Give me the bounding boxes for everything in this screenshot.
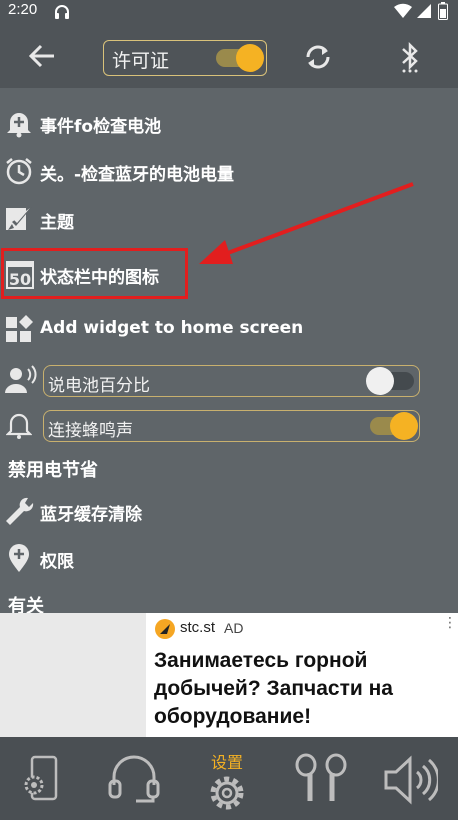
ad-image[interactable] — [0, 613, 146, 737]
license-toggle-box[interactable]: 许可证 — [103, 40, 267, 76]
nav-sound[interactable] — [364, 737, 458, 820]
speak-percent-row[interactable]: 说电池百分比 — [43, 365, 420, 397]
connect-beep-switch[interactable] — [370, 412, 420, 440]
connect-beep-label: 连接蜂鸣声 — [48, 421, 133, 441]
headset-icon — [108, 755, 160, 803]
disable-power-saving-heading[interactable]: 禁用电节省 — [8, 456, 98, 482]
alarm-clock-icon — [6, 158, 32, 185]
nav-device-settings[interactable] — [0, 737, 90, 820]
speak-percent-switch[interactable] — [366, 367, 416, 395]
connect-beep-thumb — [390, 412, 418, 440]
license-label: 许可证 — [112, 50, 170, 72]
highlight-box — [1, 248, 188, 299]
wrench-icon — [6, 497, 34, 525]
menu-item-label: 主题 — [40, 213, 74, 233]
earbuds-icon — [295, 753, 347, 801]
phone-gear-icon — [24, 755, 58, 801]
menu-item-permissions[interactable]: 权限 — [0, 535, 458, 581]
headphones-status-icon — [55, 5, 69, 19]
bell-icon — [6, 413, 32, 439]
menu-item-add-widget[interactable]: Add widget to home screen — [0, 306, 458, 352]
menu-item-label: 蓝牙缓存清除 — [40, 505, 142, 525]
menu-item-bluetooth-cache[interactable]: 蓝牙缓存清除 — [0, 488, 458, 534]
menu-item-event-check[interactable]: 事件fo检查电池 — [0, 100, 458, 146]
menu-item-label: Add widget to home screen — [40, 318, 304, 338]
back-arrow-icon[interactable] — [28, 42, 56, 70]
ad-headline[interactable]: Занимаетесь горной добычей? Запчасти на … — [154, 647, 454, 731]
pointer-arrow — [199, 182, 414, 264]
license-switch[interactable] — [216, 44, 266, 72]
license-switch-thumb — [236, 44, 264, 72]
sync-icon[interactable] — [302, 41, 334, 73]
ad-tag: AD — [224, 620, 244, 636]
speaking-person-icon — [5, 365, 37, 393]
ad-brand-logo — [155, 619, 175, 639]
menu-item-label: 权限 — [40, 552, 74, 572]
brush-icon — [6, 207, 32, 230]
toolbar: 许可证 — [0, 24, 458, 88]
battery-icon — [438, 2, 448, 20]
nav-settings-label: 设置 — [210, 753, 243, 772]
ad-banner[interactable]: stc.st AD ⋮ Занимаетесь горной добычей? … — [0, 613, 458, 737]
menu-item-label: 事件fo检查电池 — [40, 117, 162, 137]
settings-gear-icon — [210, 776, 244, 810]
connect-beep-row[interactable]: 连接蜂鸣声 — [43, 410, 420, 442]
widgets-icon — [6, 315, 33, 342]
location-plus-icon — [9, 544, 29, 572]
nav-settings[interactable]: 设置 — [182, 737, 272, 820]
status-bar: 2:20 — [0, 0, 458, 24]
speaker-icon — [384, 755, 438, 805]
wifi-icon — [394, 3, 412, 19]
nav-headphones[interactable] — [90, 737, 182, 820]
status-time: 2:20 — [8, 1, 38, 18]
signal-icon — [417, 4, 431, 18]
bottom-nav: 设置 — [0, 737, 458, 820]
speak-percent-label: 说电池百分比 — [48, 376, 150, 396]
ad-brand: stc.st — [180, 619, 216, 636]
speak-percent-thumb — [366, 367, 394, 395]
nav-earbuds[interactable] — [272, 737, 364, 820]
ad-menu-icon[interactable]: ⋮ — [443, 615, 457, 631]
bell-plus-icon — [7, 113, 31, 138]
bluetooth-icon[interactable] — [398, 40, 422, 74]
